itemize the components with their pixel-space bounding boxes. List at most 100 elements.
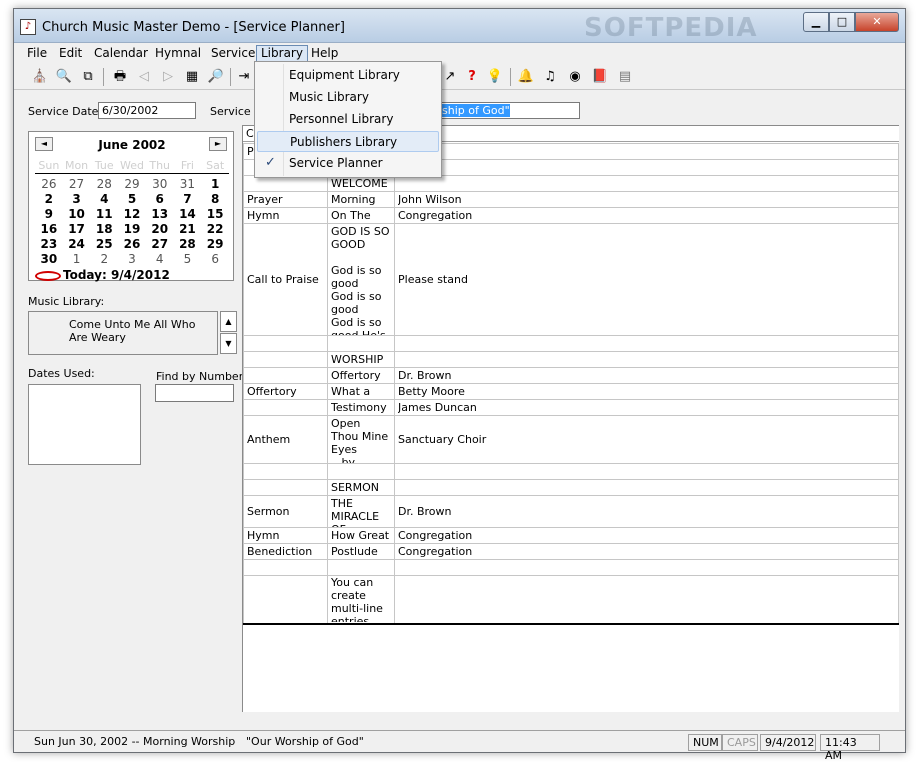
table-row[interactable]: SERMON (243, 479, 899, 496)
table-row[interactable] (243, 335, 899, 352)
chart-icon[interactable]: ↗ (440, 67, 460, 87)
calendar-day[interactable]: 17 (63, 222, 91, 237)
calendar-day[interactable]: 24 (63, 237, 91, 252)
table-row[interactable]: Benediction Postlude Congregation (243, 543, 899, 560)
menu-calendar[interactable]: Calendar (89, 45, 153, 62)
table-cell[interactable] (327, 463, 395, 480)
table-cell[interactable]: Prayer (243, 191, 328, 208)
table-cell[interactable] (243, 335, 328, 352)
calendar-next-button[interactable]: ► (209, 137, 227, 151)
lightbulb-icon[interactable]: 💡 (485, 67, 505, 87)
book-icon[interactable]: 📕 (590, 67, 610, 87)
table-row[interactable] (243, 463, 899, 480)
calendar-day[interactable]: 8 (201, 192, 229, 207)
calendar-day[interactable]: 9 (35, 207, 63, 222)
table-cell[interactable] (394, 351, 899, 368)
calendar-day[interactable]: 26 (35, 177, 63, 192)
dates-used-list[interactable] (28, 384, 141, 465)
table-row[interactable]: Hymn On The Congregation (243, 207, 899, 224)
calendar-day[interactable]: 3 (63, 192, 91, 207)
calendar-day[interactable]: 12 (118, 207, 146, 222)
table-cell[interactable] (243, 479, 328, 496)
calendar-day[interactable]: 4 (146, 252, 174, 267)
table-cell[interactable]: Offertory (243, 383, 328, 400)
table-cell[interactable] (394, 175, 899, 192)
table-cell[interactable]: Morning (327, 191, 395, 208)
menu-hymnal[interactable]: Hymnal (150, 45, 206, 62)
page-forward-icon[interactable]: ▷ (158, 67, 178, 87)
bible-icon[interactable]: ⛪ (30, 67, 50, 87)
print-icon[interactable]: 🖶 (110, 67, 130, 87)
find-by-number-input[interactable] (155, 384, 234, 402)
calendar-day[interactable]: 16 (35, 222, 63, 237)
calendar-day[interactable]: 27 (63, 177, 91, 192)
table-cell[interactable] (243, 575, 328, 624)
calendar-day[interactable]: 11 (90, 207, 118, 222)
table-cell[interactable]: John Wilson (394, 191, 899, 208)
menu-equipment-library[interactable]: Equipment Library (257, 65, 439, 86)
calendar-day[interactable]: 6 (146, 192, 174, 207)
calendar-day[interactable]: 3 (118, 252, 146, 267)
table-cell[interactable] (243, 463, 328, 480)
menu-publishers-library[interactable]: Publishers Library (257, 131, 439, 152)
table-cell[interactable]: Congregation (394, 207, 899, 224)
table-cell[interactable]: Call to Praise (243, 223, 328, 336)
calendar-day[interactable]: 14 (174, 207, 202, 222)
calendar-day[interactable]: 30 (146, 177, 174, 192)
maximize-button[interactable]: □ (829, 12, 855, 32)
menu-library[interactable]: Library (256, 45, 308, 62)
music-down-button[interactable]: ▼ (220, 333, 237, 354)
calendar-today[interactable]: Today: 9/4/2012 (35, 268, 170, 282)
table-cell[interactable]: Sermon (243, 495, 328, 528)
calendar-day[interactable]: 1 (201, 177, 229, 192)
table-cell[interactable]: th (394, 143, 899, 160)
table-row[interactable]: WORSHIP (243, 351, 899, 368)
search-book-icon[interactable]: 🔍 (54, 67, 74, 87)
close-button[interactable]: ✕ (855, 12, 899, 32)
table-cell[interactable]: THE MIRACLE OF (327, 495, 395, 528)
calendar-day[interactable]: 13 (146, 207, 174, 222)
service-title-input[interactable]: ship of God" (438, 102, 580, 119)
table-cell[interactable]: SERMON (327, 479, 395, 496)
table-row[interactable]: Offertory What a Betty Moore (243, 383, 899, 400)
calendar-month-title[interactable]: June 2002 (89, 138, 175, 152)
table-row[interactable]: Offertory Dr. Brown (243, 367, 899, 384)
table-cell[interactable]: Congregation (394, 527, 899, 544)
music-up-button[interactable]: ▲ (220, 311, 237, 332)
table-cell[interactable]: Hymn (243, 207, 328, 224)
calendar-day[interactable]: 10 (63, 207, 91, 222)
cd-icon[interactable]: ◉ (565, 67, 585, 87)
calendar-day[interactable]: 29 (201, 237, 229, 252)
table-cell[interactable]: Offertory (327, 367, 395, 384)
table-row[interactable] (243, 559, 899, 576)
calendar-day[interactable]: 7 (174, 192, 202, 207)
calendar-day[interactable]: 4 (90, 192, 118, 207)
table-cell[interactable] (394, 479, 899, 496)
table-row[interactable]: Sermon THE MIRACLE OF Dr. Brown (243, 495, 899, 528)
table-cell[interactable]: Please stand (394, 223, 899, 336)
table-row[interactable]: Call to Praise GOD IS SO GOOD God is so g… (243, 223, 899, 336)
table-cell[interactable] (243, 399, 328, 416)
bell-icon[interactable]: 🔔 (516, 67, 536, 87)
menu-personnel-library[interactable]: Personnel Library (257, 109, 439, 130)
calendar-day[interactable]: 26 (118, 237, 146, 252)
calendar-day[interactable]: 27 (146, 237, 174, 252)
arrow-in-icon[interactable]: ⇥ (234, 67, 254, 87)
find-icon[interactable]: 🔎 (206, 67, 226, 87)
table-cell[interactable]: Anthem (243, 415, 328, 464)
menu-service[interactable]: Service (206, 45, 260, 62)
page-back-icon[interactable]: ◁ (134, 67, 154, 87)
minimize-button[interactable]: ▁ (803, 12, 829, 32)
table-row[interactable]: Hymn How Great Congregation (243, 527, 899, 544)
calculator-icon[interactable]: ▤ (615, 67, 635, 87)
table-cell[interactable]: Sanctuary Choir (394, 415, 899, 464)
menu-edit[interactable]: Edit (54, 45, 87, 62)
table-cell[interactable] (394, 463, 899, 480)
menu-music-library[interactable]: Music Library (257, 87, 439, 108)
calendar-day[interactable]: 29 (118, 177, 146, 192)
calendar-day[interactable]: 25 (90, 237, 118, 252)
calendar-prev-button[interactable]: ◄ (35, 137, 53, 151)
menu-help[interactable]: Help (306, 45, 343, 62)
app-icon[interactable]: ♪ (20, 19, 36, 35)
calendar-day[interactable]: 30 (35, 252, 63, 267)
